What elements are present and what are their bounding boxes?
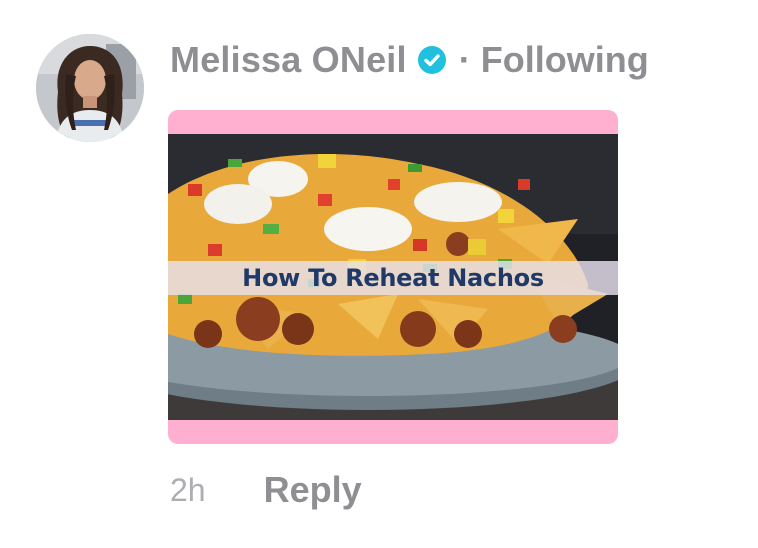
reply-button[interactable]: Reply — [264, 469, 362, 511]
comment-footer: 2h Reply — [170, 469, 362, 511]
video-caption: How To Reheat Nachos — [242, 264, 544, 292]
separator-dot: · — [458, 39, 471, 80]
media-card[interactable]: How To Reheat Nachos — [168, 110, 618, 444]
timestamp: 2h — [170, 471, 206, 508]
comment: Melissa ONeil · Following How To Reheat … — [0, 0, 758, 548]
avatar[interactable] — [36, 34, 144, 142]
following-button[interactable]: Following — [481, 39, 649, 81]
caption-band: How To Reheat Nachos — [168, 261, 618, 295]
verified-check-icon — [417, 45, 447, 75]
author-name[interactable]: Melissa ONeil — [170, 39, 407, 81]
comment-header: Melissa ONeil · Following — [170, 38, 649, 82]
avatar-photo — [36, 34, 144, 142]
